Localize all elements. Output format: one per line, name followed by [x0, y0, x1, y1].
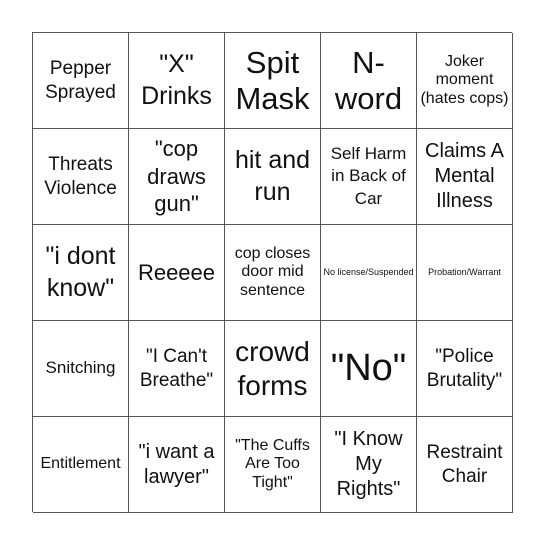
cell-label: N- word: [334, 44, 403, 116]
bingo-cell-r2c2[interactable]: "cop draws gun": [129, 129, 225, 225]
cell-label: Spit Mask: [235, 44, 310, 116]
cell-label: Claims A Mental Illness: [425, 140, 504, 212]
bingo-cell-r1c1[interactable]: Pepper Sprayed: [33, 33, 129, 129]
bingo-cell-r4c2[interactable]: "I Can't Breathe": [129, 321, 225, 417]
cell-label: "i dont know": [45, 242, 116, 302]
cell-label: Probation/Warrant: [428, 267, 501, 278]
bingo-cell-r2c4[interactable]: Self Harm in Back of Car: [321, 129, 417, 225]
cell-label: "cop draws gun": [147, 136, 206, 217]
bingo-cell-r5c2[interactable]: "i want a lawyer": [129, 417, 225, 513]
bingo-cell-r5c4[interactable]: "I Know My Rights": [321, 417, 417, 513]
bingo-cell-r5c5[interactable]: Restraint Chair: [417, 417, 513, 513]
cell-label: "No": [330, 346, 407, 389]
cell-label: Reeeee: [137, 259, 216, 285]
cell-label: Pepper Sprayed: [45, 58, 116, 103]
bingo-cell-r1c2[interactable]: "X" Drinks: [129, 33, 225, 129]
bingo-cell-r3c4[interactable]: No license/Suspended: [321, 225, 417, 321]
bingo-cell-r1c3[interactable]: Spit Mask: [225, 33, 321, 129]
cell-label: "i want a lawyer": [138, 440, 215, 488]
bingo-board: Pepper Sprayed "X" Drinks Spit Mask N- w…: [32, 32, 513, 513]
cell-label: hit and run: [234, 146, 311, 206]
cell-label: No license/Suspended: [323, 267, 414, 278]
bingo-cell-r4c1[interactable]: Snitching: [33, 321, 129, 417]
bingo-cell-r3c5[interactable]: Probation/Warrant: [417, 225, 513, 321]
cell-label: "X" Drinks: [141, 50, 212, 110]
cell-label: Self Harm in Back of Car: [330, 144, 407, 208]
bingo-cell-r5c1[interactable]: Entitlement: [33, 417, 129, 513]
bingo-cell-r2c1[interactable]: Threats Violence: [33, 129, 129, 225]
bingo-cell-r5c3[interactable]: "The Cuffs Are Too Tight": [225, 417, 321, 513]
cell-label: Snitching: [45, 358, 116, 378]
bingo-cell-r4c4[interactable]: "No": [321, 321, 417, 417]
bingo-cell-r3c1[interactable]: "i dont know": [33, 225, 129, 321]
bingo-cell-r2c5[interactable]: Claims A Mental Illness: [417, 129, 513, 225]
bingo-cell-r4c5[interactable]: "Police Brutality": [417, 321, 513, 417]
cell-label: Joker moment (hates cops): [420, 52, 509, 107]
cell-label: "Police Brutality": [426, 346, 503, 391]
cell-label: Restraint Chair: [426, 442, 503, 487]
bingo-cell-r2c3[interactable]: hit and run: [225, 129, 321, 225]
cell-label: cop closes door mid sentence: [234, 244, 311, 299]
bingo-cell-r3c2[interactable]: Reeeee: [129, 225, 225, 321]
cell-label: Threats Violence: [44, 154, 117, 199]
cell-label: "I Know My Rights": [334, 428, 403, 500]
bingo-cell-r3c3[interactable]: cop closes door mid sentence: [225, 225, 321, 321]
cell-label: crowd forms: [235, 335, 310, 401]
bingo-cell-r1c5[interactable]: Joker moment (hates cops): [417, 33, 513, 129]
cell-label: "The Cuffs Are Too Tight": [235, 436, 310, 491]
bingo-cell-r4c3[interactable]: crowd forms: [225, 321, 321, 417]
cell-label: Entitlement: [40, 455, 121, 473]
cell-label: "I Can't Breathe": [139, 346, 214, 391]
bingo-cell-r1c4[interactable]: N- word: [321, 33, 417, 129]
